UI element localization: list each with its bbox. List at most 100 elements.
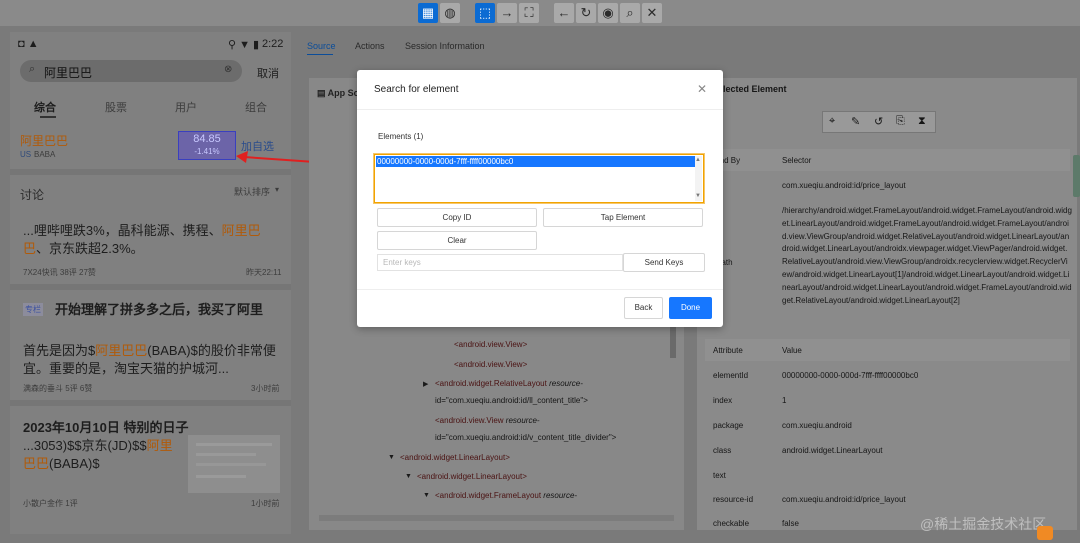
clear-search-icon[interactable]: ⊗ [224,64,232,75]
xml-node-text: id="com.xueqiu.android:id/ll_content_tit… [435,396,588,405]
stock-change: -1.41% [194,147,220,156]
tab-session-information[interactable]: Session Information [405,41,485,51]
tap-element-button[interactable]: Tap Element [543,208,703,227]
attribute-value: 00000000-0000-000d-7fff-ffff00000bc0 [782,371,919,380]
send-keys-button[interactable]: Send Keys [623,253,705,272]
xml-node[interactable]: id="com.xueqiu.android:id/ll_content_tit… [435,396,588,405]
tab-all[interactable]: 综合 [34,99,56,115]
divider [10,284,291,290]
clear-button[interactable]: Clear [377,231,537,250]
eye-icon[interactable]: ◉ [598,3,618,23]
search-value: 阿里巴巴 [44,66,93,80]
xml-node-text: <android.view.View> [454,360,528,369]
copy-id-button[interactable]: Copy ID [377,208,537,227]
attribute-value: false [782,519,799,528]
attribute-name: text [713,471,726,480]
tap-target-icon[interactable]: ⌖ [829,115,835,128]
search-icon[interactable]: ⌕ [620,3,640,23]
post-title[interactable]: 开始理解了拼多多之后，我买了阿里 [23,300,281,320]
post-body[interactable]: ...3053)$$京东(JD)$$阿里巴巴(BABA)$ [23,437,183,473]
horizontal-scrollbar[interactable] [319,515,674,521]
post-meta: 小散户金作 1评 [23,499,78,508]
tab-indicator [307,54,333,55]
globe-icon[interactable]: ◍ [440,3,460,23]
attribute-name: checkable [713,519,750,528]
element-actions: ⌖ ✎ ↺ ⎘ ⧗ [822,111,936,133]
send-keys-input[interactable]: Enter keys [377,254,623,271]
xml-node[interactable]: <android.view.View> [454,360,527,369]
tab-actions[interactable]: Actions [355,41,385,51]
tab-portfolio[interactable]: 组合 [245,99,267,115]
post-body-a: 首先是因为$ [23,343,96,358]
xml-attr: resource- [546,379,583,388]
tap-icon[interactable]: ⬚ [475,3,495,23]
back-icon[interactable]: ← [554,3,574,23]
attribute-name: resource-id [713,495,754,504]
post-body[interactable]: 首先是因为$阿里巴巴(BABA)$的股价非常便宜。重要的是，淘宝天猫的护城河..… [23,342,281,378]
attribute-name: package [713,421,744,430]
xml-node[interactable]: id="com.xueqiu.android:id/v_content_titl… [435,433,616,442]
selected-element-title: Selected Element [712,84,787,94]
side-handle[interactable] [1073,155,1080,197]
xml-node[interactable]: <android.widget.FrameLayout resource- [435,491,577,500]
xml-node[interactable]: <android.view.View> [454,340,527,349]
post-text[interactable]: ...哩哔哩跌3%，晶科能源、携程、阿里巴巴、京东跌超2.3%。 [23,222,283,258]
collapse-caret-icon[interactable]: ▼ [405,473,412,480]
collapse-caret-icon[interactable]: ▼ [423,492,430,499]
xml-node[interactable]: <android.view.View resource- [435,416,540,425]
attribute-value: com.xueqiu.android:id/price_layout [782,495,906,504]
timer-icon[interactable]: ⧗ [918,115,926,128]
select-icon[interactable]: ▦ [418,3,438,23]
modal-title: Search for element [374,84,459,95]
attribute-value: com.xueqiu.android [782,421,852,430]
selector-cell[interactable]: /hierarchy/android.widget.FrameLayout/an… [782,205,1072,307]
scroll-down-icon[interactable]: ▼ [695,193,701,199]
post-body-hl: 阿里巴巴 [95,343,148,358]
xml-node[interactable]: <android.widget.LinearLayout> [417,472,527,481]
attribute-name: elementId [713,371,749,380]
stock-code: BABA [34,150,56,159]
copy-icon[interactable]: ⎘ [896,115,905,128]
search-icon: ⌕ [29,63,36,75]
cancel-button[interactable]: 取消 [257,65,279,81]
tab-users[interactable]: 用户 [175,99,197,115]
collapse-caret-icon[interactable]: ▼ [388,454,395,461]
selector-header: Selector [782,156,812,165]
resize-icon[interactable]: ⛶ [519,3,539,23]
expand-caret-icon[interactable]: ▶ [423,380,428,388]
attribute-header: Attribute [713,346,743,355]
xml-node[interactable]: <android.widget.RelativeLayout resource- [435,379,583,388]
tab-source[interactable]: Source [307,41,336,51]
close-icon[interactable]: ✕ [697,82,707,96]
clear-icon[interactable]: ↺ [874,115,883,128]
stock-name[interactable]: 阿里巴巴 [20,132,68,149]
xml-node-text: <android.view.View> [454,340,528,349]
tab-stocks[interactable]: 股票 [105,99,127,115]
post-time: 昨天22:11 [246,268,282,277]
scroll-up-icon[interactable]: ▲ [695,157,701,163]
xml-node-text: <android.widget.FrameLayout [435,491,542,500]
refresh-icon[interactable]: ↻ [576,3,596,23]
element-list-item[interactable]: 00000000-0000-000d-7fff-ffff00000bc0 [376,156,695,167]
done-button[interactable]: Done [669,297,712,319]
list-scrollbar[interactable]: ▲ ▼ [695,156,702,201]
edit-icon[interactable]: ✎ [851,115,860,128]
xml-node[interactable]: <android.widget.LinearLayout> [400,453,510,462]
xml-node-text: <android.view.View [435,416,504,425]
stock-price: 84.85 [193,133,221,145]
attribute-value: 1 [782,396,787,405]
price-layout[interactable]: 84.85 -1.41% [178,131,236,160]
attribute-name: class [713,446,732,455]
elements-list[interactable]: 00000000-0000-000d-7fff-ffff00000bc0 ▲ ▼ [374,154,704,203]
swipe-icon[interactable]: → [497,3,517,23]
sort-dropdown[interactable]: 默认排序 [234,185,270,198]
back-button[interactable]: Back [624,297,663,319]
selector-cell[interactable]: com.xueqiu.android:id/price_layout [782,181,1072,190]
keys-placeholder: Enter keys [383,258,421,267]
close-icon[interactable]: ✕ [642,3,662,23]
post-title[interactable]: 2023年10月10日 特别的日子 [23,417,188,436]
elements-label: Elements (1) [378,132,424,141]
post-body-b: (BABA)$ [49,456,100,471]
status-icons: ◘ ▲ [18,38,39,50]
search-input[interactable]: ⌕ 阿里巴巴 ⊗ [20,60,242,82]
